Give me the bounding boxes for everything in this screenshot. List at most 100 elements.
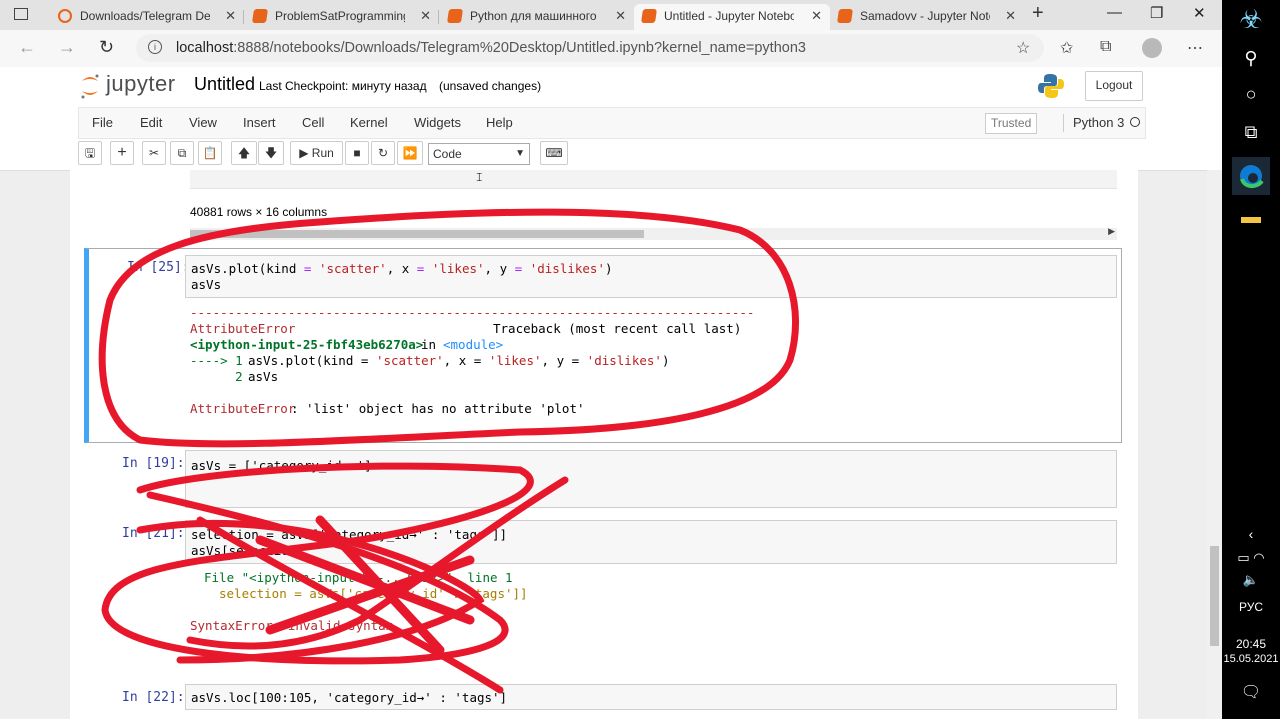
jupyter-header: jupyter Untitled Last Checkpoint: минуту…: [0, 67, 1222, 107]
notebook-favicon-icon: [837, 9, 853, 23]
cut-button[interactable]: ✂: [142, 141, 166, 165]
stop-icon: ■: [353, 146, 361, 160]
task-view-icon[interactable]: ⧉: [1222, 122, 1280, 143]
new-tab-icon[interactable]: +: [1032, 2, 1044, 25]
biohazard-icon[interactable]: ☣: [1222, 4, 1280, 35]
move-down-button[interactable]: 🡇: [258, 141, 284, 165]
paste-button[interactable]: 📋: [198, 141, 222, 165]
more-icon[interactable]: ⋯: [1187, 38, 1203, 58]
jupyter-logo-icon[interactable]: [80, 72, 100, 100]
favorites-icon[interactable]: ✩: [1060, 38, 1073, 58]
browser-tab-untitled[interactable]: Untitled - Jupyter Noteboo ✕: [634, 4, 830, 30]
insert-cell-button[interactable]: +: [110, 141, 134, 165]
kernel-idle-icon: [1130, 117, 1140, 127]
trusted-badge[interactable]: Trusted: [985, 113, 1038, 134]
close-tab-icon[interactable]: ✕: [811, 4, 822, 28]
cortana-icon[interactable]: ○: [1222, 84, 1280, 105]
scissors-icon: ✂: [148, 146, 160, 160]
close-tab-icon[interactable]: ✕: [225, 4, 236, 28]
notebook-favicon-icon: [641, 9, 657, 23]
cell-prompt: In [25]:: [127, 260, 190, 275]
syntax-error-message: SyntaxError: invalid syntax: [190, 618, 394, 633]
scroll-right-icon[interactable]: ▶: [1108, 226, 1115, 237]
interrupt-button[interactable]: ■: [345, 141, 369, 165]
back-icon[interactable]: ←: [18, 37, 36, 58]
code-cell-22[interactable]: In [22]: asVs.loc[100:105, 'category_id→…: [84, 682, 1122, 719]
add-favorite-icon[interactable]: ☆: [1016, 38, 1030, 58]
menu-insert[interactable]: Insert: [243, 115, 276, 130]
browser-tab-samadovv[interactable]: Samadovv - Jupyter Noteb ✕: [830, 4, 1024, 30]
restart-button[interactable]: ↻: [371, 141, 395, 165]
cell-input[interactable]: selection = asVs['category_id→' : 'tags'…: [185, 520, 1117, 564]
battery-wifi-icons[interactable]: ▭ ◠: [1222, 550, 1280, 566]
close-window-icon[interactable]: ✕: [1193, 4, 1206, 22]
code-cell-21[interactable]: In [21]: selection = asVs['category_id→'…: [84, 518, 1122, 638]
traceback-separator: ----------------------------------------…: [190, 305, 755, 320]
menubar-container: File Edit View Insert Cell Kernel Widget…: [78, 107, 1146, 139]
clock-time[interactable]: 20:45: [1222, 637, 1280, 651]
browser-tab-python-ml[interactable]: Python для машинного об ✕: [440, 4, 634, 30]
notifications-icon[interactable]: 🗨: [1222, 682, 1280, 702]
page-scrollbar[interactable]: [1207, 170, 1222, 719]
cell-type-select[interactable]: Code ▼: [428, 143, 530, 165]
show-hidden-icons[interactable]: ‹: [1222, 526, 1280, 542]
code-cell-19[interactable]: In [19]: asVs = ['category_id→→']: [84, 448, 1122, 508]
menu-edit[interactable]: Edit: [140, 115, 162, 130]
command-palette-button[interactable]: ⌨: [540, 141, 568, 165]
traceback-location: <ipython-input-25-fbf43eb6270a>: [190, 337, 424, 352]
traceback-lineno-2: 2: [190, 369, 243, 384]
kernel-name: Python 3: [1073, 115, 1125, 130]
menu-file[interactable]: File: [92, 115, 113, 130]
save-button[interactable]: 🖫: [78, 141, 102, 165]
browser-tab-problemsat[interactable]: ProblemSatProgramming - ✕: [245, 4, 439, 30]
menu-help[interactable]: Help: [486, 115, 513, 130]
code-cell-25[interactable]: In [25]: asVs.plot(kind = 'scatter', x =…: [84, 248, 1122, 443]
file-explorer-icon[interactable]: ▬: [1222, 206, 1280, 229]
tab-label: Untitled - Jupyter Noteboo: [664, 9, 794, 23]
logout-button[interactable]: Logout: [1085, 71, 1143, 101]
cell-prompt: In [21]:: [122, 526, 185, 541]
close-tab-icon[interactable]: ✕: [615, 4, 626, 28]
run-button[interactable]: ▶ Run: [290, 141, 343, 165]
url-field[interactable]: i localhost:8888/notebooks/Downloads/Tel…: [136, 34, 1044, 62]
edge-icon: [1240, 165, 1264, 188]
url-text: localhost:8888/notebooks/Downloads/Teleg…: [176, 40, 806, 56]
search-icon[interactable]: ⚲: [1222, 48, 1280, 69]
refresh-icon[interactable]: ↻: [99, 37, 114, 58]
notebook-name[interactable]: Untitled: [194, 74, 255, 95]
menu-view[interactable]: View: [189, 115, 217, 130]
paste-icon: 📋: [202, 146, 218, 160]
output-horizontal-scrollbar[interactable]: ▶: [190, 226, 1117, 240]
close-tab-icon[interactable]: ✕: [420, 4, 431, 28]
clock-date[interactable]: 15.05.2021: [1222, 653, 1280, 665]
close-tab-icon[interactable]: ✕: [1005, 4, 1016, 28]
edge-taskbar-button[interactable]: [1232, 157, 1270, 195]
site-info-icon[interactable]: i: [148, 40, 162, 54]
cell-input[interactable]: asVs = ['category_id→→']: [185, 450, 1117, 508]
minimize-icon[interactable]: —: [1107, 4, 1122, 21]
page-scrollbar-thumb[interactable]: [1210, 546, 1219, 646]
menu-kernel[interactable]: Kernel: [350, 115, 388, 130]
browser-tab-downloads[interactable]: Downloads/Telegram Desk ✕: [50, 4, 244, 30]
traceback-arrow: ----> 1: [190, 353, 243, 368]
forward-icon[interactable]: →: [58, 37, 76, 58]
volume-icon[interactable]: 🔈: [1222, 572, 1280, 588]
restore-icon[interactable]: ❐: [1150, 4, 1163, 22]
restart-run-all-button[interactable]: ⏩: [397, 141, 423, 165]
move-up-button[interactable]: 🡅: [231, 141, 257, 165]
cell-input[interactable]: asVs.plot(kind = 'scatter', x = 'likes',…: [185, 255, 1117, 298]
scrollbar-thumb[interactable]: [190, 230, 644, 238]
menu-widgets[interactable]: Widgets: [414, 115, 461, 130]
jupyter-logo-text[interactable]: jupyter: [106, 71, 176, 97]
cell-input[interactable]: asVs.loc[100:105, 'category_id→' : 'tags…: [185, 684, 1117, 710]
tab-actions-icon[interactable]: [14, 8, 28, 20]
browser-tab-strip: Downloads/Telegram Desk ✕ ProblemSatProg…: [0, 0, 1222, 30]
profile-avatar[interactable]: [1142, 38, 1162, 58]
run-label: Run: [311, 146, 334, 160]
copy-button[interactable]: ⧉: [170, 141, 194, 165]
collections-icon[interactable]: ⧉: [1100, 38, 1111, 56]
menu-cell[interactable]: Cell: [302, 115, 324, 130]
tab-label: Samadovv - Jupyter Noteb: [860, 9, 990, 23]
traceback-line-2: asVs: [248, 369, 279, 384]
input-language[interactable]: РУС: [1222, 600, 1280, 614]
